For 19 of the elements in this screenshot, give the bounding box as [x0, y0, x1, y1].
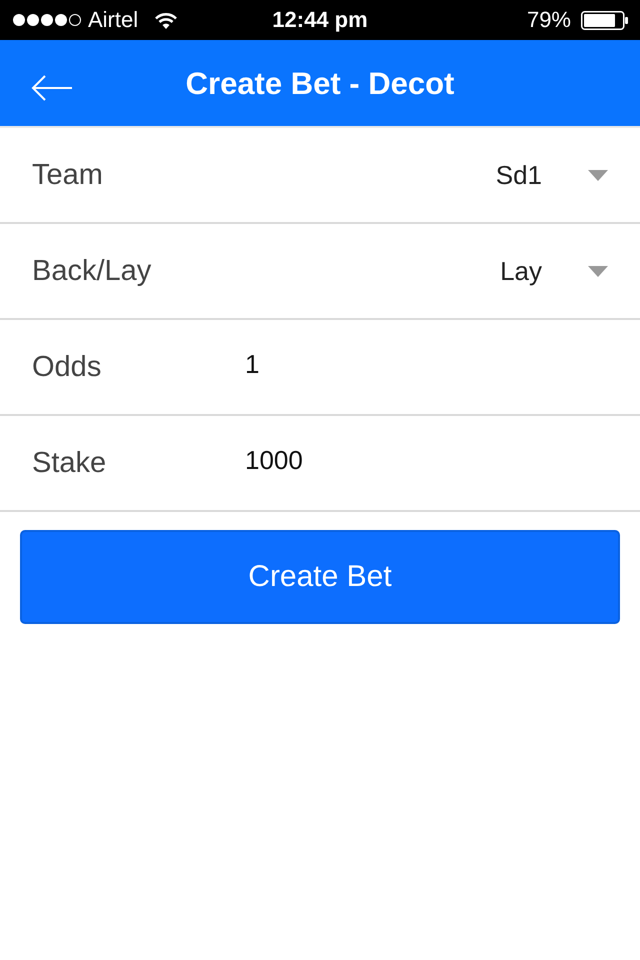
caret-down-icon: [588, 170, 608, 180]
text-input-field[interactable]: 1: [245, 334, 620, 394]
dropdown-select[interactable]: Lay: [500, 258, 608, 284]
signal-strength-icon: [12, 13, 82, 27]
field-label: Back/Lay: [32, 256, 152, 286]
text-input-field[interactable]: 1000: [245, 430, 620, 490]
battery-icon: [581, 10, 628, 30]
battery-percentage: 79%: [526, 9, 571, 31]
field-label: Stake: [32, 448, 106, 478]
field-label: Odds: [32, 352, 102, 382]
back-arrow-icon[interactable]: [31, 75, 73, 101]
create-bet-button[interactable]: Create Bet: [20, 530, 620, 624]
field-label: Team: [32, 160, 103, 190]
caret-down-icon: [588, 266, 608, 276]
status-time: 12:44 pm: [272, 9, 368, 31]
carrier-name: Airtel: [88, 9, 138, 31]
dropdown-select[interactable]: Sd1: [496, 162, 608, 188]
page-title: Create Bet - Decot: [186, 68, 454, 98]
wifi-icon: [154, 11, 178, 29]
